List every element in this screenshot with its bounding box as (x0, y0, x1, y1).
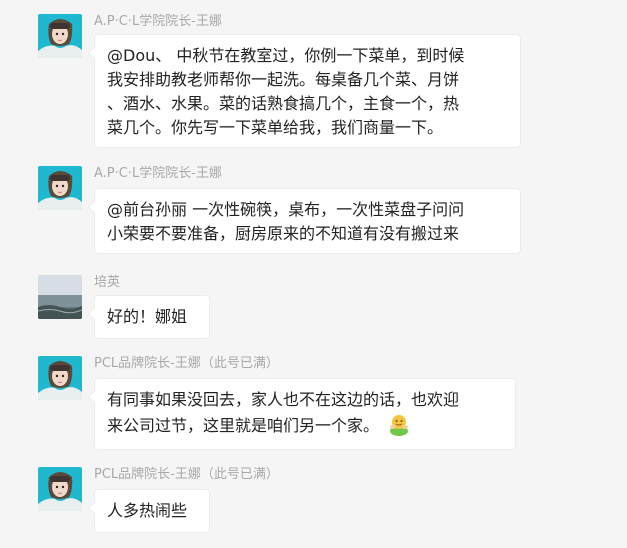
portrait-avatar[interactable] (38, 467, 82, 511)
message-text-line-part: 来公司过节，这里就是咱们另一个家。 (107, 416, 380, 435)
sea-avatar[interactable] (38, 275, 82, 319)
message-bubble[interactable]: @Dou、 中秋节在教室过，你例一下菜单，到时候 我安排助教老师帮你一起洗。每桌… (88, 34, 521, 148)
sender-name: PCL品牌院长-王娜（此号已满） (94, 356, 279, 371)
message-text-line: 好的！娜姐 (107, 307, 188, 326)
chat-message-list[interactable]: A.P·C·L学院院长-王娜 @Dou、 中秋节在教室过，你例一下菜单，到时候 … (0, 0, 627, 548)
message-text-line: 小荣要不要准备，厨房原来的不知道有没有搬过来 (107, 224, 460, 243)
message-bubble[interactable]: 有同事如果没回去，家人也不在这边的话，也欢迎 来公司过节，这里就是咱们另一个家。 (88, 378, 516, 450)
portrait-avatar-image (38, 14, 82, 58)
message-text-line: 来公司过节，这里就是咱们另一个家。 (107, 412, 503, 438)
message-text-line: 我安排助教老师帮你一起洗。每桌备几个菜、月饼 (107, 70, 460, 89)
sender-name: A.P·C·L学院院长-王娜 (94, 166, 222, 181)
message-text-line: 人多热闹些 (107, 501, 188, 520)
sender-name: A.P·C·L学院院长-王娜 (94, 14, 222, 29)
message-text-line: @Dou、 中秋节在教室过，你例一下菜单，到时候 (107, 46, 465, 65)
portrait-avatar-image (38, 467, 82, 511)
hug-emoji-image (390, 415, 409, 436)
hug-emoji-icon (387, 412, 411, 436)
sender-name: 培英 (94, 275, 121, 290)
message-bubble[interactable]: @前台孙丽 一次性碗筷，桌布，一次性菜盘子问问 小荣要不要准备，厨房原来的不知道… (88, 188, 521, 254)
message-text-line: @前台孙丽 一次性碗筷，桌布，一次性菜盘子问问 (107, 200, 465, 219)
message-bubble[interactable]: 好的！娜姐 (88, 295, 210, 339)
portrait-avatar-image (38, 166, 82, 210)
portrait-avatar[interactable] (38, 356, 82, 400)
message-text-line: 、酒水、水果。菜的话熟食搞几个，主食一个，热 (107, 94, 460, 113)
sender-name: PCL品牌院长-王娜（此号已满） (94, 467, 279, 482)
message-text-line: 有同事如果没回去，家人也不在这边的话，也欢迎 (107, 390, 460, 409)
sea-avatar-image (38, 275, 82, 319)
portrait-avatar[interactable] (38, 14, 82, 58)
message-text-line: 菜几个。你先写一下菜单给我，我们商量一下。 (107, 118, 444, 137)
portrait-avatar-image (38, 356, 82, 400)
portrait-avatar[interactable] (38, 166, 82, 210)
message-bubble[interactable]: 人多热闹些 (88, 489, 210, 533)
